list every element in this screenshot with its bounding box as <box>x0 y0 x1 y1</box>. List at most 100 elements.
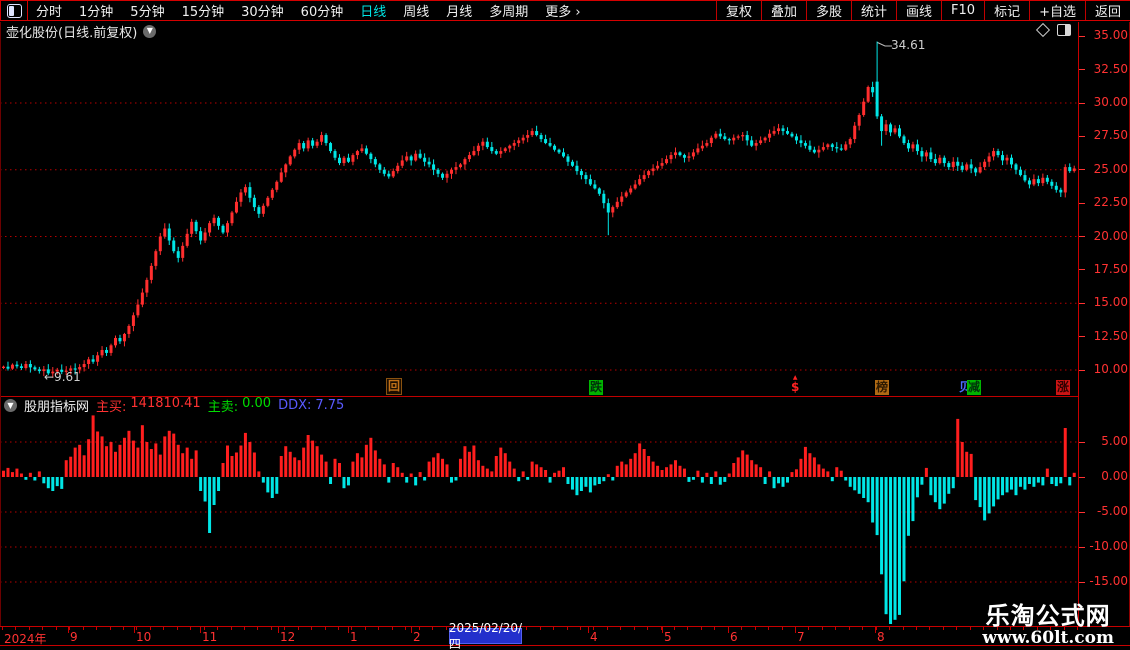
ddx-bar-positive <box>557 470 561 477</box>
event-marker-$[interactable]: ▲ $ <box>790 375 800 395</box>
window-split-icon[interactable] <box>1057 24 1071 36</box>
ddx-bar-positive <box>118 444 122 477</box>
ddx-bar-positive <box>320 454 324 477</box>
ddx-bar-negative <box>911 477 915 522</box>
ddx-bar-positive <box>10 472 14 477</box>
candle-down <box>588 179 592 185</box>
period-tab-分时[interactable]: 分时 <box>36 1 62 20</box>
candle-down <box>436 169 440 174</box>
minor-tick <box>889 627 890 630</box>
candle-down <box>570 161 574 166</box>
event-marker-跌[interactable]: 跌 <box>589 380 604 395</box>
candle-up <box>279 172 283 182</box>
period-tab-多周期[interactable]: 多周期 <box>489 1 528 20</box>
diamond-icon[interactable] <box>1035 22 1051 38</box>
ddx-bar-positive <box>803 446 807 477</box>
month-label-1: 1 <box>350 630 358 644</box>
ddx-bar-positive <box>127 430 131 477</box>
candle-down <box>6 366 10 369</box>
candle-down <box>750 140 754 146</box>
candle-down <box>606 203 610 213</box>
toolbar-action-复权[interactable]: 复权 <box>715 1 761 20</box>
month-tick <box>795 627 796 633</box>
ddx-bar-negative <box>687 477 691 482</box>
candle-up <box>190 221 194 234</box>
minor-tick <box>270 627 272 630</box>
ddx-bar-negative <box>55 477 59 487</box>
ddx-bar-negative <box>33 477 37 481</box>
ddx-bar-negative <box>42 477 46 484</box>
candle-down <box>920 151 924 157</box>
period-tab-60分钟[interactable]: 60分钟 <box>301 1 344 20</box>
minor-tick <box>579 627 581 630</box>
ddx-bar-positive <box>311 440 315 477</box>
candle-up <box>131 315 135 326</box>
candle-up <box>463 159 467 165</box>
ddx-bar-negative <box>597 477 601 484</box>
toolbar-action-+自选[interactable]: +自选 <box>1029 1 1085 20</box>
candlestick-chart[interactable] <box>0 40 1078 393</box>
candle-up <box>884 124 888 132</box>
sidebar-toggle-button[interactable] <box>0 1 28 20</box>
minor-tick <box>942 627 944 630</box>
event-marker-减[interactable]: 减 <box>967 380 982 395</box>
ddx-bar-positive <box>355 453 359 477</box>
event-marker-榜[interactable]: 榜 <box>875 380 890 395</box>
toolbar-action-统计[interactable]: 统计 <box>851 1 896 20</box>
ddx-bar-negative <box>611 477 615 481</box>
period-tab-月线[interactable]: 月线 <box>446 1 472 20</box>
period-tab-更多 ›[interactable]: 更多 › <box>545 1 580 20</box>
minor-tick <box>405 627 407 630</box>
period-tab-30分钟[interactable]: 30分钟 <box>241 1 284 20</box>
ddx-histogram-chart[interactable] <box>0 411 1078 625</box>
event-marker-回[interactable]: 回 <box>386 378 403 395</box>
ddx-bar-positive <box>656 465 660 477</box>
ddx-bar-positive <box>620 461 624 477</box>
toolbar-action-F10[interactable]: F10 <box>941 1 984 20</box>
candle-up <box>526 135 530 138</box>
period-tab-日线[interactable]: 日线 <box>360 1 386 20</box>
ddx-bar-positive <box>1072 472 1076 477</box>
ddx-bar-positive <box>490 471 494 477</box>
candle-up <box>400 160 404 166</box>
minor-tick <box>553 627 554 630</box>
ddx-bar-positive <box>163 436 167 477</box>
chevron-down-icon[interactable]: ▼ <box>143 24 157 38</box>
ddx-bar-positive <box>252 452 256 477</box>
ddx-bar-negative <box>723 477 727 482</box>
toolbar-action-画线[interactable]: 画线 <box>896 1 941 20</box>
minor-tick <box>499 627 501 630</box>
event-marker-涨[interactable]: 涨 <box>1056 380 1071 395</box>
selected-date-badge[interactable]: 2025/02/20/四 <box>449 621 522 650</box>
period-tab-周线[interactable]: 周线 <box>403 1 429 20</box>
ddx-bar-negative <box>875 477 879 536</box>
candle-down <box>364 148 368 154</box>
toolbar-action-标记[interactable]: 标记 <box>984 1 1029 20</box>
ddx-bar-positive <box>956 418 960 477</box>
ddx-bar-negative <box>1010 477 1013 490</box>
ddx-bar-positive <box>194 450 198 477</box>
ddx-bar-positive <box>736 457 740 477</box>
candle-down <box>933 159 937 164</box>
price-label-35.00: 35.00 <box>1093 28 1128 43</box>
month-tick <box>278 627 279 633</box>
candle-down <box>346 157 350 162</box>
minor-tick <box>243 627 245 630</box>
toolbar-action-叠加[interactable]: 叠加 <box>760 1 806 20</box>
toolbar-action-返回[interactable]: 返回 <box>1084 1 1130 20</box>
ddx-bar-positive <box>409 473 413 477</box>
toolbar-action-多股[interactable]: 多股 <box>805 1 851 20</box>
symbol-title[interactable]: 壶化股份(日线.前复权) <box>6 22 137 41</box>
candle-up <box>239 192 243 202</box>
ddx-bar-negative <box>203 477 207 502</box>
ddx-bar-negative <box>880 477 884 575</box>
ddx-bar-negative <box>1023 477 1027 490</box>
ddx-bar-positive <box>969 453 973 477</box>
minor-tick <box>915 627 917 630</box>
panes-icon <box>6 3 22 18</box>
minor-tick <box>512 627 514 630</box>
ddx-bar-negative <box>450 477 453 483</box>
period-tab-15分钟[interactable]: 15分钟 <box>182 1 225 20</box>
period-tab-5分钟[interactable]: 5分钟 <box>130 1 164 20</box>
period-tab-1分钟[interactable]: 1分钟 <box>79 1 113 20</box>
